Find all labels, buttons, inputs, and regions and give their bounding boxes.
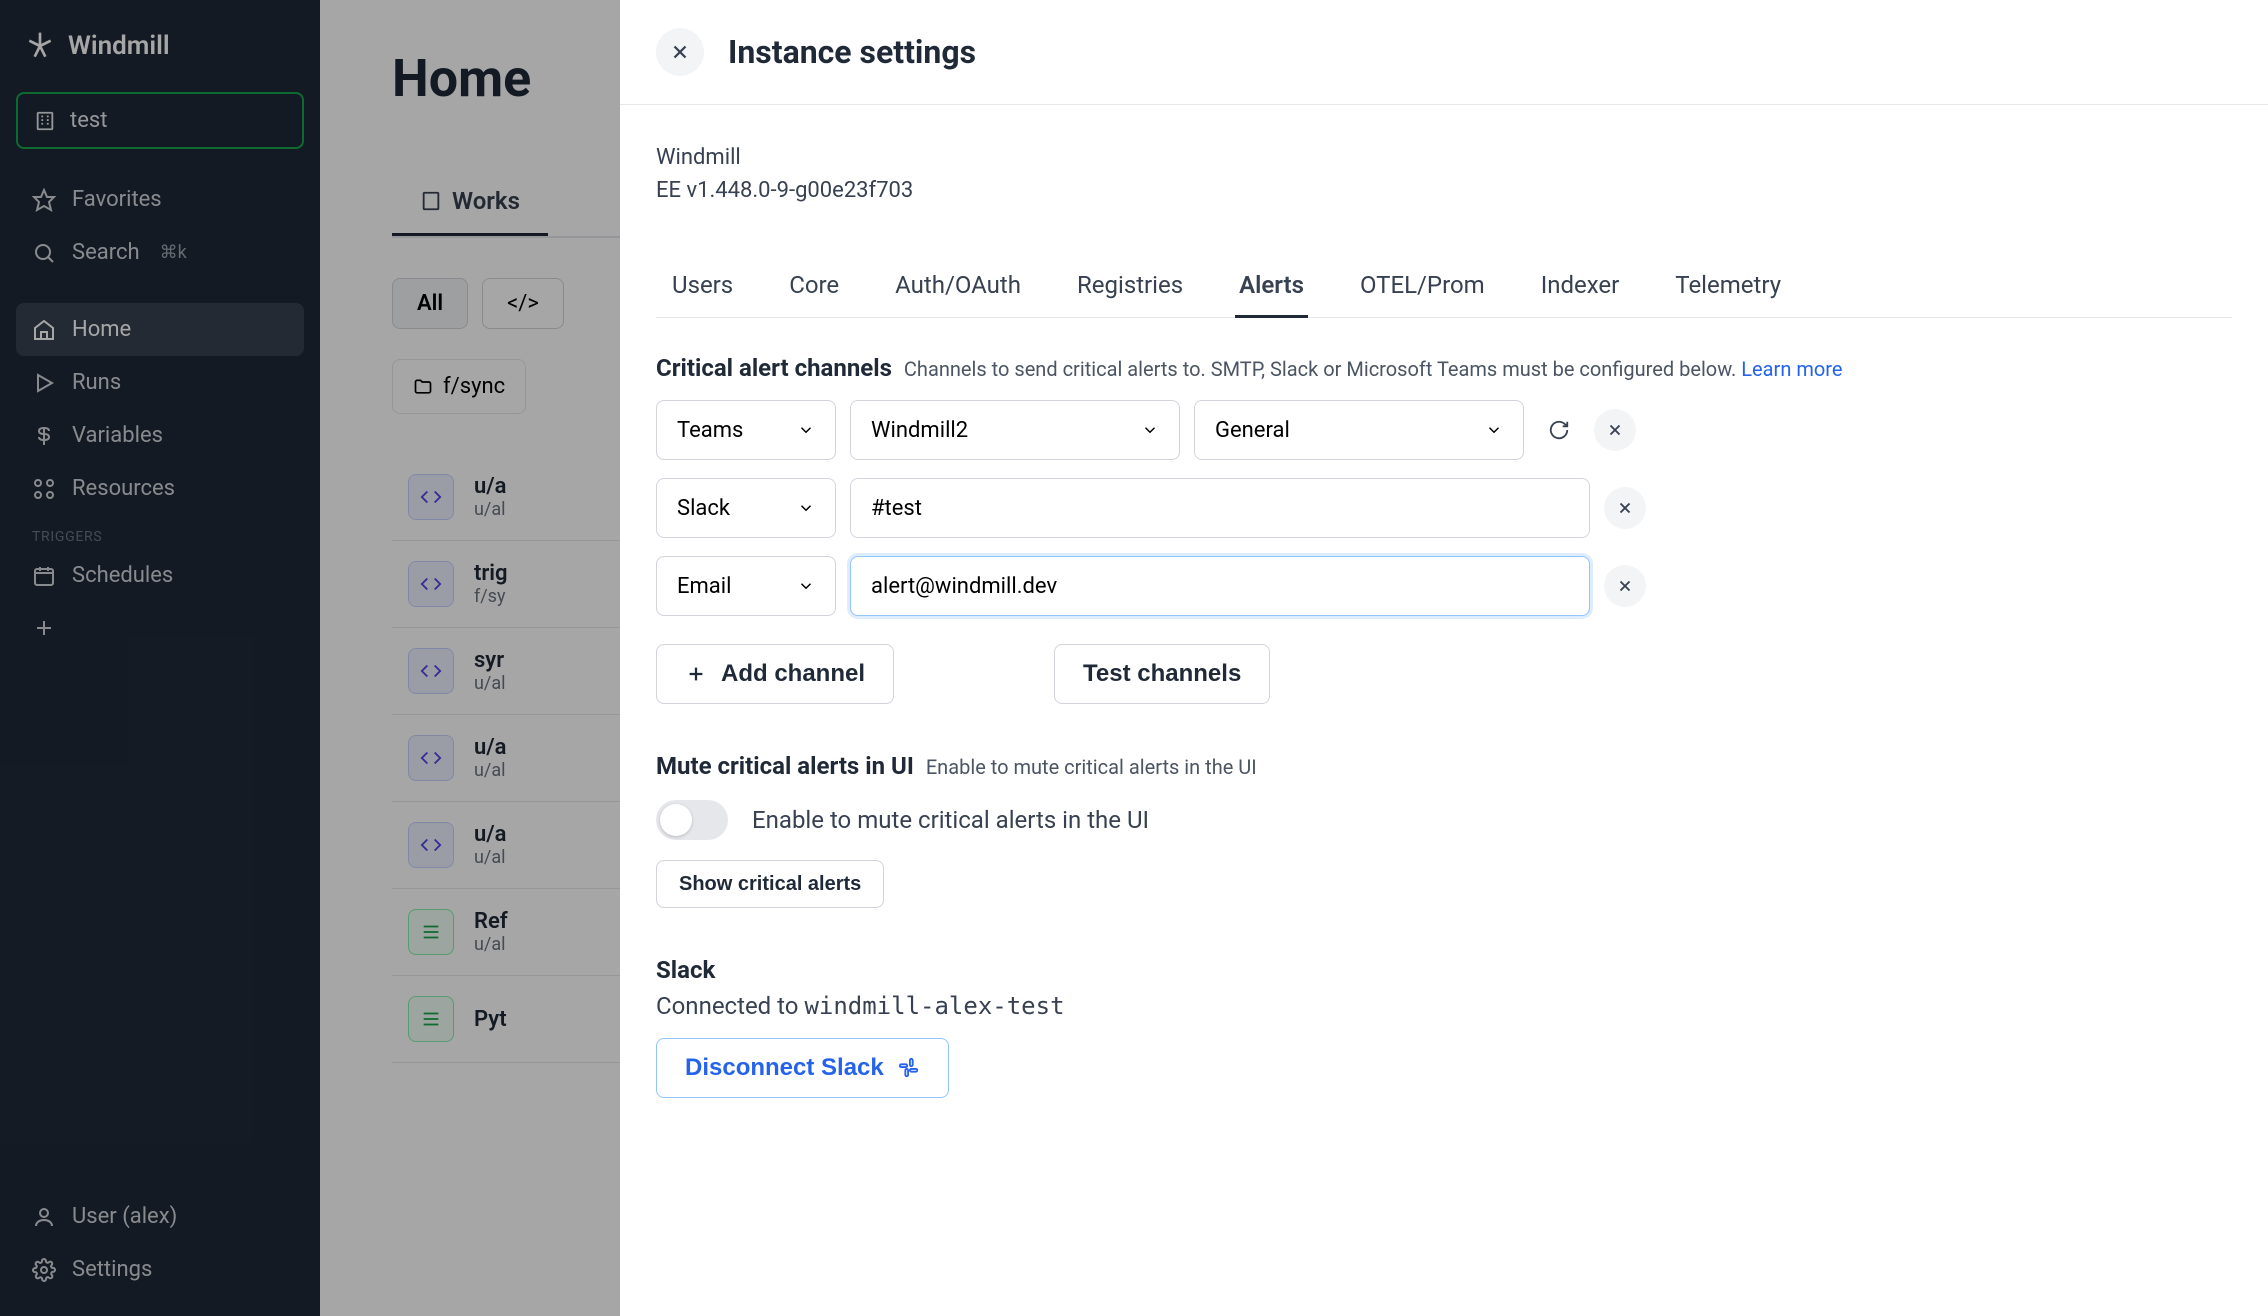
close-icon xyxy=(669,41,691,63)
channel-row-teams: Teams Windmill2 General xyxy=(656,400,2232,460)
slack-connected-text: Connected to windmill-alex-test xyxy=(656,992,2232,1020)
channel-type-select[interactable]: Slack xyxy=(656,478,836,538)
settings-tab-telemetry[interactable]: Telemetry xyxy=(1671,255,1785,318)
slack-heading: Slack xyxy=(656,956,2232,984)
critical-desc: Channels to send critical alerts to. SMT… xyxy=(904,357,1843,381)
learn-more-link[interactable]: Learn more xyxy=(1741,357,1842,381)
disconnect-slack-button[interactable]: Disconnect Slack xyxy=(656,1038,949,1098)
chevron-down-icon xyxy=(797,421,815,439)
settings-tab-registries[interactable]: Registries xyxy=(1073,255,1187,318)
settings-tab-alerts[interactable]: Alerts xyxy=(1235,255,1308,318)
teams-team-select[interactable]: Windmill2 xyxy=(850,400,1180,460)
mute-heading: Mute critical alerts in UI xyxy=(656,752,914,780)
mute-toggle[interactable] xyxy=(656,800,728,840)
chevron-down-icon xyxy=(1485,421,1503,439)
email-input[interactable]: alert@windmill.dev xyxy=(850,556,1590,616)
remove-channel-button[interactable] xyxy=(1604,487,1646,529)
close-icon xyxy=(1616,577,1634,595)
version-info: Windmill EE v1.448.0-9-g00e23f703 xyxy=(656,141,2232,207)
mute-desc: Enable to mute critical alerts in the UI xyxy=(926,755,1257,779)
plus-icon xyxy=(685,663,707,685)
close-icon xyxy=(1616,499,1634,517)
test-channels-button[interactable]: Test channels xyxy=(1054,644,1270,704)
close-button[interactable] xyxy=(656,28,704,76)
modal-title: Instance settings xyxy=(728,33,976,71)
teams-channel-select[interactable]: General xyxy=(1194,400,1524,460)
settings-tabs: Users Core Auth/OAuth Registries Alerts OTEL/… xyxy=(656,255,2232,318)
refresh-icon xyxy=(1548,419,1570,441)
critical-heading: Critical alert channels xyxy=(656,354,892,382)
settings-tab-indexer[interactable]: Indexer xyxy=(1537,255,1624,318)
refresh-button[interactable] xyxy=(1538,409,1580,451)
show-critical-alerts-button[interactable]: Show critical alerts xyxy=(656,860,884,908)
modal-header: Instance settings xyxy=(620,0,2268,105)
settings-tab-core[interactable]: Core xyxy=(785,255,843,318)
chevron-down-icon xyxy=(1141,421,1159,439)
channel-row-slack: Slack #test xyxy=(656,478,2232,538)
instance-settings-modal: Instance settings Windmill EE v1.448.0-9… xyxy=(620,0,2268,1316)
toggle-knob xyxy=(660,804,692,836)
settings-tab-otel-prom[interactable]: OTEL/Prom xyxy=(1356,255,1489,318)
add-channel-button[interactable]: Add channel xyxy=(656,644,894,704)
channel-type-select[interactable]: Teams xyxy=(656,400,836,460)
settings-tab-users[interactable]: Users xyxy=(668,255,737,318)
chevron-down-icon xyxy=(797,499,815,517)
slack-channel-input[interactable]: #test xyxy=(850,478,1590,538)
chevron-down-icon xyxy=(797,577,815,595)
channel-row-email: Email alert@windmill.dev xyxy=(656,556,2232,616)
slack-icon xyxy=(898,1057,920,1079)
channel-type-select[interactable]: Email xyxy=(656,556,836,616)
close-icon xyxy=(1606,421,1624,439)
remove-channel-button[interactable] xyxy=(1594,409,1636,451)
remove-channel-button[interactable] xyxy=(1604,565,1646,607)
mute-toggle-label: Enable to mute critical alerts in the UI xyxy=(752,806,1149,834)
settings-tab-auth-oauth[interactable]: Auth/OAuth xyxy=(891,255,1025,318)
